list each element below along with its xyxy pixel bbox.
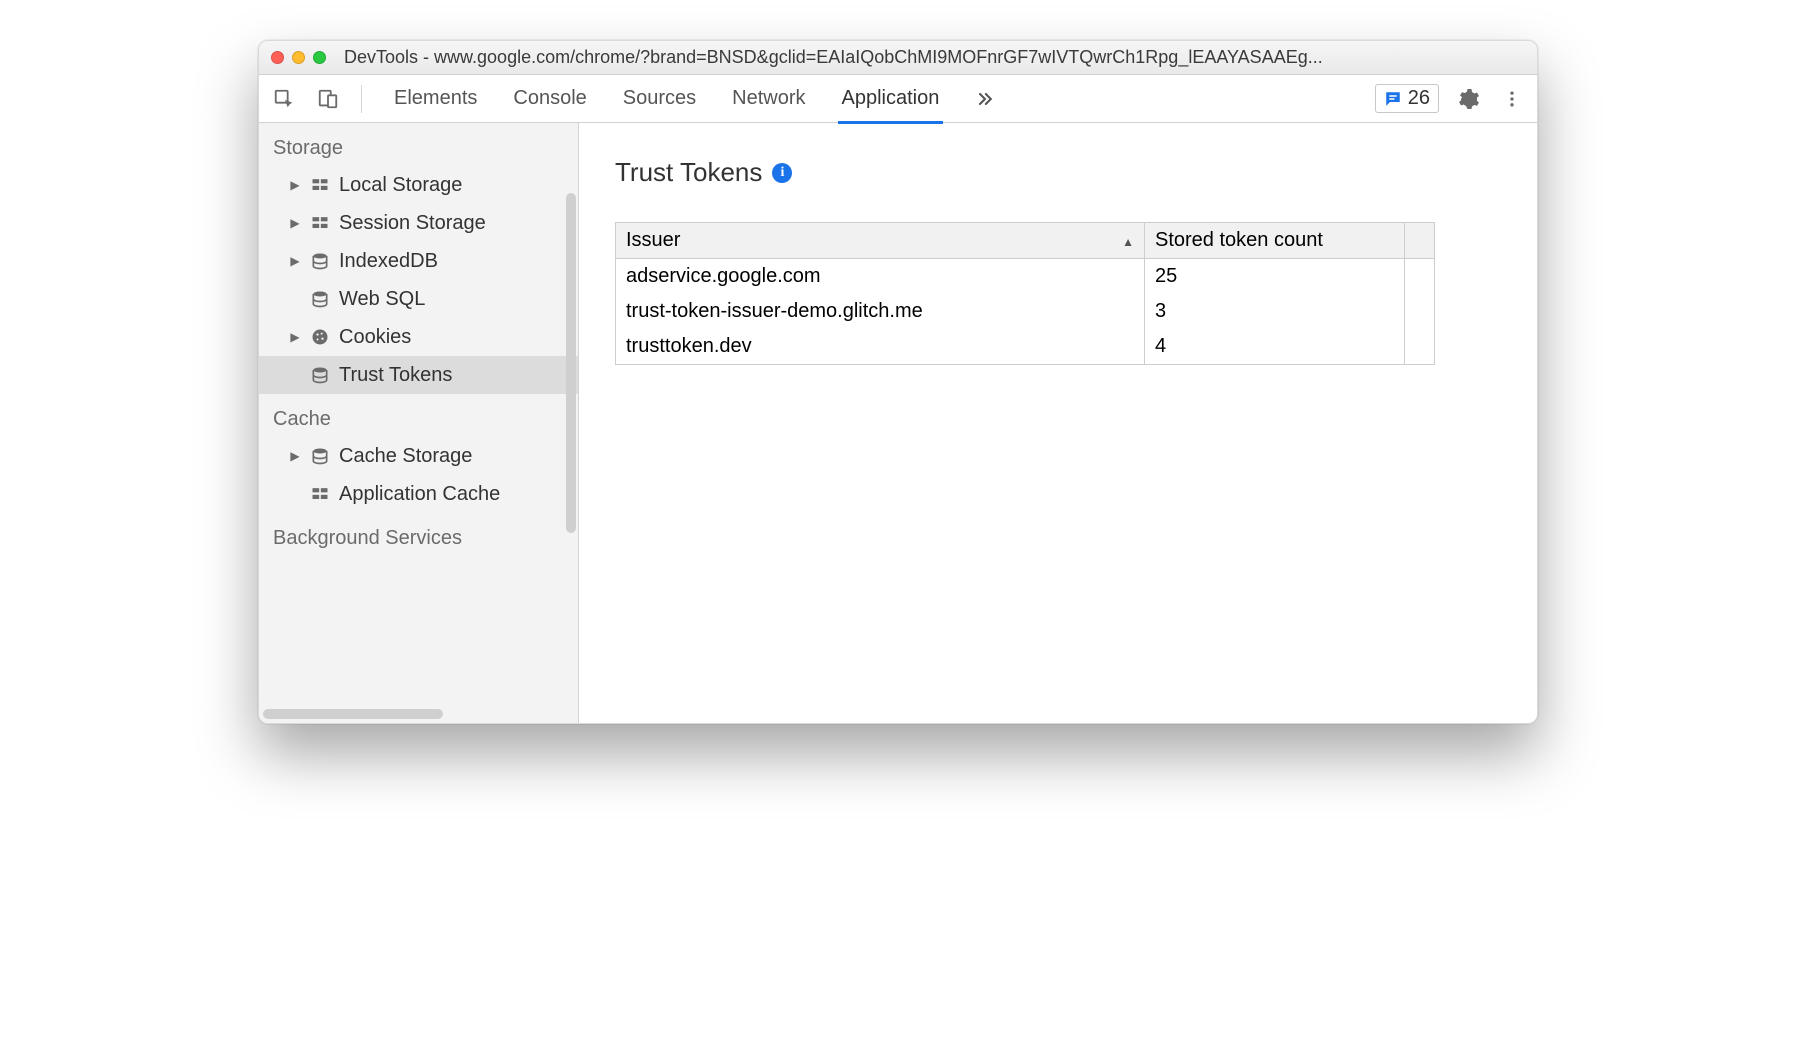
sidebar-item-label: Local Storage xyxy=(339,174,462,197)
devtools-body: Storage ▶ Local Storage ▶ Session Storag… xyxy=(259,123,1537,723)
cookie-icon xyxy=(309,326,331,348)
expand-caret-icon: ▶ xyxy=(289,216,301,230)
titlebar: DevTools - www.google.com/chrome/?brand=… xyxy=(259,41,1537,75)
database-icon xyxy=(309,250,331,272)
sidebar-section-cache: Cache xyxy=(259,394,578,437)
sidebar-item-label: Trust Tokens xyxy=(339,364,452,387)
chevron-double-right-icon xyxy=(975,89,995,109)
tab-label: Console xyxy=(513,87,586,110)
panel-tabs: Elements Console Sources Network Applica… xyxy=(380,75,1361,123)
database-icon xyxy=(309,288,331,310)
cell-count: 25 xyxy=(1145,259,1405,295)
settings-button[interactable] xyxy=(1453,84,1483,114)
tab-label: Network xyxy=(732,87,805,110)
grid-icon xyxy=(309,483,331,505)
tab-application[interactable]: Application xyxy=(842,75,940,123)
trust-tokens-table: Issuer ▲ Stored token count adservice.go… xyxy=(615,222,1435,365)
table-row[interactable]: trust-token-issuer-demo.glitch.me 3 xyxy=(616,294,1435,329)
sidebar-section-background-services: Background Services xyxy=(259,513,578,556)
minimize-window-button[interactable] xyxy=(292,51,305,64)
column-header-issuer[interactable]: Issuer ▲ xyxy=(616,223,1145,259)
expand-caret-icon: ▶ xyxy=(289,330,301,344)
more-tabs-button[interactable] xyxy=(975,75,995,123)
sidebar-section-storage: Storage xyxy=(259,123,578,166)
trust-tokens-panel: Trust Tokens i Issuer ▲ Stored token cou… xyxy=(579,123,1537,723)
grid-icon xyxy=(309,174,331,196)
panel-heading: Trust Tokens i xyxy=(615,157,1501,188)
info-icon[interactable]: i xyxy=(772,163,792,183)
cell-issuer: trust-token-issuer-demo.glitch.me xyxy=(616,294,1145,329)
sidebar-item-label: Application Cache xyxy=(339,483,500,506)
sort-ascending-icon: ▲ xyxy=(1122,235,1134,249)
sidebar-item-label: Cache Storage xyxy=(339,445,472,468)
sidebar-item-label: Web SQL xyxy=(339,288,425,311)
tab-network[interactable]: Network xyxy=(732,75,805,123)
sidebar-item-trust-tokens[interactable]: ▶ Trust Tokens xyxy=(259,356,578,394)
tab-sources[interactable]: Sources xyxy=(623,75,696,123)
expand-caret-icon: ▶ xyxy=(289,449,301,463)
sidebar-horizontal-scrollbar[interactable] xyxy=(263,709,443,719)
sidebar-item-label: Cookies xyxy=(339,326,411,349)
kebab-icon xyxy=(1502,89,1522,109)
database-icon xyxy=(309,445,331,467)
cell-count: 3 xyxy=(1145,294,1405,329)
sidebar-vertical-scrollbar[interactable] xyxy=(566,193,576,533)
feedback-icon xyxy=(1384,90,1402,108)
devtools-window: DevTools - www.google.com/chrome/?brand=… xyxy=(258,40,1538,724)
sidebar-item-cache-storage[interactable]: ▶ Cache Storage xyxy=(259,437,578,475)
table-header-row: Issuer ▲ Stored token count xyxy=(616,223,1435,259)
column-header-label: Stored token count xyxy=(1155,229,1323,251)
devtools-toolbar: Elements Console Sources Network Applica… xyxy=(259,75,1537,123)
database-icon xyxy=(309,364,331,386)
window-controls xyxy=(271,51,326,64)
sidebar-item-label: Session Storage xyxy=(339,212,486,235)
tab-label: Sources xyxy=(623,87,696,110)
cell-spacer xyxy=(1405,259,1435,295)
sidebar-item-local-storage[interactable]: ▶ Local Storage xyxy=(259,166,578,204)
expand-caret-icon: ▶ xyxy=(289,254,301,268)
cell-issuer: adservice.google.com xyxy=(616,259,1145,295)
gear-icon xyxy=(1456,87,1480,111)
tab-label: Application xyxy=(842,87,940,110)
cell-spacer xyxy=(1405,329,1435,365)
sidebar-item-label: IndexedDB xyxy=(339,250,438,273)
expand-caret-icon: ▶ xyxy=(289,178,301,192)
tab-label: Elements xyxy=(394,87,477,110)
sidebar-item-web-sql[interactable]: ▶ Web SQL xyxy=(259,280,578,318)
tab-console[interactable]: Console xyxy=(513,75,586,123)
cell-count: 4 xyxy=(1145,329,1405,365)
table-row[interactable]: adservice.google.com 25 xyxy=(616,259,1435,295)
issues-badge[interactable]: 26 xyxy=(1375,84,1439,113)
sidebar-item-cookies[interactable]: ▶ Cookies xyxy=(259,318,578,356)
sidebar-item-indexeddb[interactable]: ▶ IndexedDB xyxy=(259,242,578,280)
column-header-spacer xyxy=(1405,223,1435,259)
sidebar-item-application-cache[interactable]: ▶ Application Cache xyxy=(259,475,578,513)
table-row[interactable]: trusttoken.dev 4 xyxy=(616,329,1435,365)
cell-issuer: trusttoken.dev xyxy=(616,329,1145,365)
sidebar-item-session-storage[interactable]: ▶ Session Storage xyxy=(259,204,578,242)
device-toolbar-icon[interactable] xyxy=(313,84,343,114)
application-sidebar: Storage ▶ Local Storage ▶ Session Storag… xyxy=(259,123,579,723)
zoom-window-button[interactable] xyxy=(313,51,326,64)
toolbar-divider xyxy=(361,85,362,113)
issues-count: 26 xyxy=(1408,87,1430,110)
cell-spacer xyxy=(1405,294,1435,329)
panel-heading-text: Trust Tokens xyxy=(615,157,762,188)
tab-elements[interactable]: Elements xyxy=(394,75,477,123)
column-header-count[interactable]: Stored token count xyxy=(1145,223,1405,259)
grid-icon xyxy=(309,212,331,234)
more-options-button[interactable] xyxy=(1497,84,1527,114)
inspect-element-icon[interactable] xyxy=(269,84,299,114)
column-header-label: Issuer xyxy=(626,229,680,251)
window-title: DevTools - www.google.com/chrome/?brand=… xyxy=(344,47,1525,68)
close-window-button[interactable] xyxy=(271,51,284,64)
